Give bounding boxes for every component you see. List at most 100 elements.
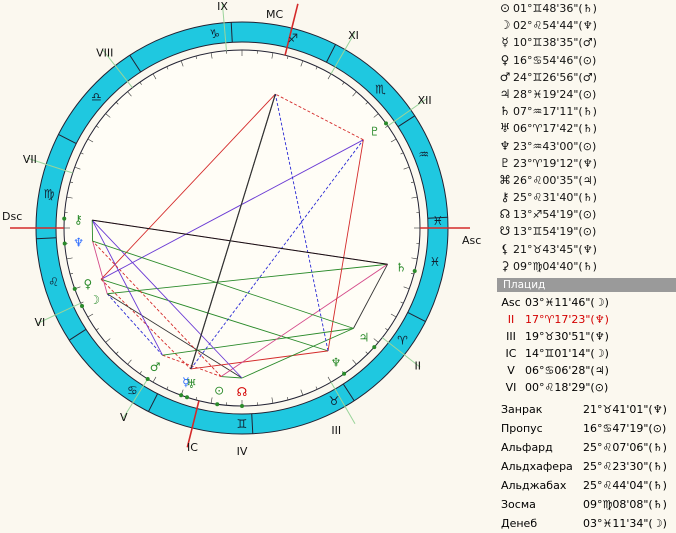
planet-icon: ☊	[237, 385, 248, 399]
house-cusps-panel: Asc03°♓11'46"(☽)II17°♈17'23"(♆)III19°♉30…	[497, 294, 676, 397]
planet-glyph-icon: ♃	[497, 86, 513, 103]
planet-glyph-icon: ⚳	[497, 258, 513, 275]
star-name: Альдхафера	[497, 457, 583, 476]
house-numeral: III	[331, 424, 341, 437]
house-cusp-row: II17°♈17'23"(♆)	[497, 311, 676, 328]
house-numeral: XII	[418, 94, 432, 107]
planet-marker	[80, 304, 84, 308]
zodiac-sign-icon: ♈	[397, 333, 408, 347]
house-cusp-row: Asc03°♓11'46"(☽)	[497, 294, 676, 311]
planet-position: 28°♓19'24"(⊙)	[513, 86, 596, 103]
planet-row: ☊13°♐54'19"(⊙)	[497, 206, 676, 223]
house-numeral: IV	[237, 445, 248, 458]
mc-label: MC	[266, 8, 283, 21]
planet-row: ♆23°♒43'00"(⊙)	[497, 138, 676, 155]
planet-position: 01°♊48'36"(♄)	[513, 0, 597, 17]
planet-icon: ♆	[73, 235, 84, 249]
star-position: 21°♉41'01"(♆)	[583, 400, 667, 419]
zodiac-sign-icon: ♓	[430, 255, 441, 269]
planet-glyph-icon: ☊	[497, 206, 513, 223]
house-numeral: II	[414, 359, 421, 372]
zodiac-sign-icon: ♑	[209, 27, 220, 41]
houses-header: Плацид	[497, 278, 676, 292]
planet-marker	[62, 217, 66, 221]
dsc-label: Dsc	[2, 210, 22, 223]
planet-row: ⚷25°♌31'40"(♄)	[497, 189, 676, 206]
planet-position: 23°♒43'00"(⊙)	[513, 138, 596, 155]
planet-row: ♇23°♈19'12"(♆)	[497, 155, 676, 172]
planet-icon: ♀	[83, 277, 92, 291]
planet-icon: ♅	[186, 377, 197, 391]
planet-marker	[63, 242, 67, 246]
star-name: Зосма	[497, 495, 583, 514]
planet-positions-panel: ⊙01°♊48'36"(♄)☽02°♌54'44"(♆)☿10°♊38'35"(…	[497, 0, 676, 275]
planet-position: 13°♐54'19"(⊙)	[513, 206, 596, 223]
planet-glyph-icon: ☋	[497, 223, 513, 240]
zodiac-sign-icon: ♎	[91, 90, 102, 104]
house-numeral: VI	[35, 316, 46, 329]
house-numeral: IX	[217, 0, 228, 13]
fixed-star-row: Занрак21°♉41'01"(♆)	[497, 400, 676, 419]
house-cusp-row: III19°♉30'51"(♆)	[497, 328, 676, 345]
planet-glyph-icon: ☿	[497, 34, 513, 51]
planet-position: 06°♈17'42"(♄)	[513, 120, 597, 137]
zodiac-sign-icon: ♊	[237, 417, 248, 431]
house-cusp-row: VI00°♌18'29"(⊙)	[497, 379, 676, 396]
planet-row: ☿10°♊38'35"(♂)	[497, 34, 676, 51]
house-numeral: V	[120, 411, 128, 424]
house-name: Asc	[497, 294, 525, 311]
star-position: 25°♌23'30"(♄)	[583, 457, 667, 476]
ic-label: IC	[187, 441, 198, 454]
planet-marker	[413, 269, 417, 273]
house-cusp-row: IC14°♊01'14"(☽)	[497, 345, 676, 362]
planet-marker	[342, 372, 346, 376]
house-position: 17°♈17'23"(♆)	[525, 311, 609, 328]
zodiac-sign-icon: ♋	[127, 383, 138, 397]
planet-glyph-icon: ♇	[497, 155, 513, 172]
house-position: 19°♉30'51"(♆)	[525, 328, 609, 345]
asc-label: Asc	[462, 234, 481, 247]
zodiac-sign-icon: ♍	[44, 187, 55, 201]
planet-icon: ☽	[89, 293, 100, 307]
planet-glyph-icon: ⌘	[497, 172, 513, 189]
planet-row: ☋13°♊54'19"(⊙)	[497, 223, 676, 240]
star-position: 25°♌07'06"(♄)	[583, 438, 667, 457]
house-cusp-row: V06°♋06'28"(♃)	[497, 362, 676, 379]
zodiac-sign-icon: ♌	[48, 275, 59, 289]
planet-marker	[179, 393, 183, 397]
planet-glyph-icon: ♅	[497, 120, 513, 137]
planet-marker	[146, 377, 150, 381]
house-position: 03°♓11'46"(☽)	[525, 294, 609, 311]
planet-glyph-icon: ☽	[497, 17, 513, 34]
planet-row: ⌘26°♌00'35"(♃)	[497, 172, 676, 189]
star-name: Денеб	[497, 514, 583, 533]
house-numeral: VII	[23, 153, 37, 166]
planet-position: 07°♒17'11"(♄)	[513, 103, 597, 120]
fixed-star-row: Денеб03°♓11'34"(☽)	[497, 514, 676, 533]
house-name: V	[497, 362, 525, 379]
zodiac-sign-icon: ♏	[375, 82, 386, 96]
planet-glyph-icon: ♂	[497, 69, 513, 86]
zodiac-sign-icon: ♉	[329, 394, 340, 408]
fixed-star-row: Альфард25°♌07'06"(♄)	[497, 438, 676, 457]
house-name: IC	[497, 345, 525, 362]
fixed-stars-panel: Занрак21°♉41'01"(♆)Пропус16°♋47'19"(⊙)Ал…	[497, 400, 676, 533]
house-name: III	[497, 328, 525, 345]
planet-marker	[215, 402, 219, 406]
house-numeral: XI	[348, 29, 359, 42]
zodiac-sign-icon: ♒	[418, 148, 429, 162]
fixed-star-row: Альдхафера25°♌23'30"(♄)	[497, 457, 676, 476]
natal-chart-wheel: MCICAscDscIXVIIIVIIVIVIVIIIIIXIIXI♑♐♏♒♓♈…	[0, 0, 496, 529]
house-position: 14°♊01'14"(☽)	[525, 345, 609, 362]
planet-row: ☽02°♌54'44"(♆)	[497, 17, 676, 34]
planet-icon: ♃	[358, 331, 369, 345]
zodiac-sign-icon: ♓	[432, 214, 443, 228]
star-position: 09°♍08'08"(♄)	[583, 495, 667, 514]
planet-icon: ♂	[150, 360, 161, 374]
star-name: Занрак	[497, 400, 583, 419]
planet-icon: ♆	[331, 355, 342, 369]
star-position: 16°♋47'19"(⊙)	[583, 419, 666, 438]
planet-marker	[372, 345, 376, 349]
planet-marker	[185, 395, 189, 399]
planet-position: 02°♌54'44"(♆)	[513, 17, 597, 34]
